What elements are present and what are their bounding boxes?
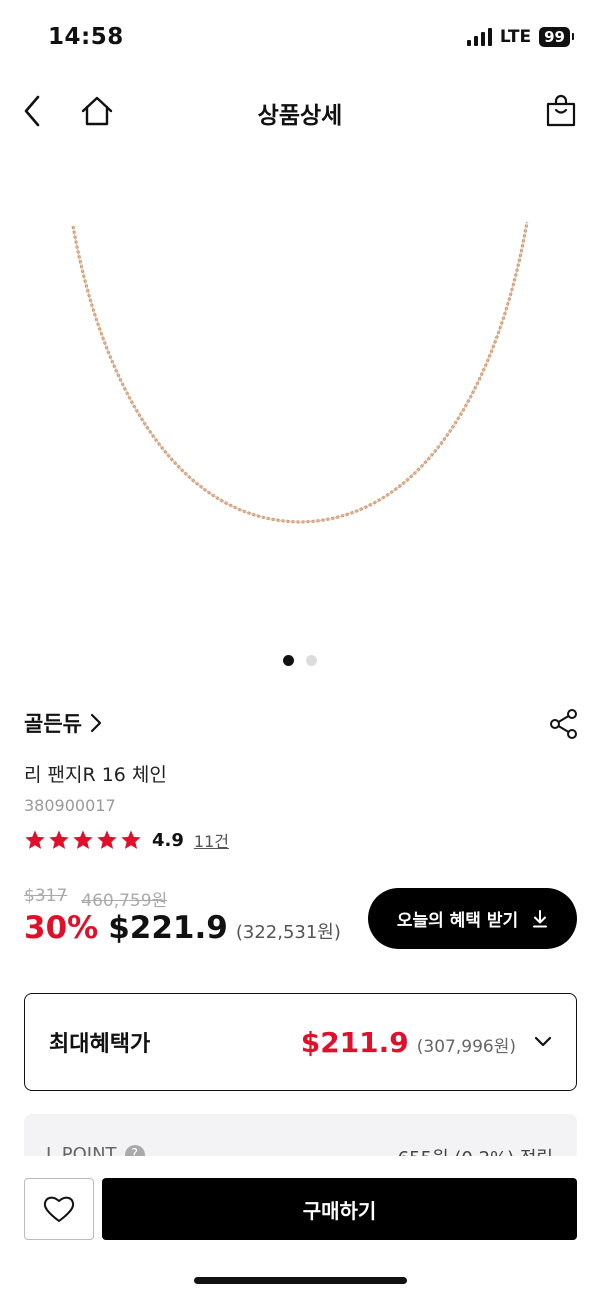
shopping-bag-icon[interactable] xyxy=(541,91,581,131)
star-icon xyxy=(121,830,141,849)
bottom-action-bar: 구매하기 xyxy=(0,1156,600,1299)
download-icon xyxy=(533,909,548,927)
brand-link[interactable]: 골든듀 xyxy=(24,708,102,738)
brand-name: 골든듀 xyxy=(24,712,82,736)
review-count-link[interactable]: 11건 xyxy=(194,828,229,852)
points-label: L.POINT xyxy=(46,1144,117,1156)
points-value: 655원 (0.2%) 적립 xyxy=(398,1144,553,1156)
status-bar: 14:58 LTE 99 xyxy=(0,0,600,76)
star-icon xyxy=(97,830,117,849)
sale-price-row: 30% $221.9 (322,531원) xyxy=(24,910,341,946)
star-icon xyxy=(49,830,69,849)
star-icon xyxy=(25,830,45,849)
points-section: L.POINT ? 655원 (0.2%) 적립 xyxy=(24,1114,577,1156)
product-name: 리 팬지R 16 체인 xyxy=(24,764,167,786)
chevron-down-icon xyxy=(534,1036,552,1047)
rating-score: 4.9 xyxy=(152,829,184,851)
rating-row: 4.9 11건 xyxy=(24,828,229,852)
get-benefit-label: 오늘의 혜택 받기 xyxy=(396,911,519,931)
signal-icon xyxy=(466,28,492,46)
home-indicator xyxy=(194,1277,407,1284)
heart-icon xyxy=(43,1196,75,1222)
pagination-dot-2[interactable] xyxy=(306,655,317,666)
original-price: $317 460,759원 xyxy=(24,886,167,911)
chain-necklace-image xyxy=(71,221,529,524)
sale-price-krw: (322,531원) xyxy=(235,922,341,943)
get-benefit-button[interactable]: 오늘의 혜택 받기 xyxy=(368,888,577,949)
sale-price-usd: $221.9 xyxy=(108,910,228,946)
image-pagination xyxy=(0,655,600,666)
discount-rate: 30% xyxy=(24,910,99,946)
max-benefit-price-toggle[interactable]: 최대혜택가 $211.9 (307,996원) xyxy=(24,993,577,1091)
star-icon xyxy=(73,830,93,849)
points-label-row: L.POINT ? xyxy=(46,1144,145,1156)
pagination-dot-1[interactable] xyxy=(283,655,294,666)
original-price-usd: $317 xyxy=(24,886,68,906)
wishlist-button[interactable] xyxy=(24,1178,94,1240)
chevron-right-icon xyxy=(90,713,102,733)
max-benefit-price-krw: (307,996원) xyxy=(416,1036,516,1057)
nav-bar: 상품상세 xyxy=(0,78,600,144)
product-image[interactable] xyxy=(0,150,600,650)
product-code: 380900017 xyxy=(24,796,116,815)
max-benefit-label: 최대혜택가 xyxy=(49,1032,151,1057)
max-benefit-values: $211.9 (307,996원) xyxy=(301,1026,516,1059)
star-rating xyxy=(24,829,142,851)
status-indicators: LTE 99 xyxy=(466,27,574,47)
page-title: 상품상세 xyxy=(257,103,343,129)
buy-button[interactable]: 구매하기 xyxy=(102,1178,577,1240)
help-icon[interactable]: ? xyxy=(124,1144,145,1156)
original-price-krw: 460,759원 xyxy=(81,891,168,911)
battery-icon: 99 xyxy=(539,27,574,47)
max-benefit-price-usd: $211.9 xyxy=(300,1025,409,1059)
status-time: 14:58 xyxy=(48,24,124,50)
network-label: LTE xyxy=(499,27,532,47)
share-icon[interactable] xyxy=(548,708,580,740)
